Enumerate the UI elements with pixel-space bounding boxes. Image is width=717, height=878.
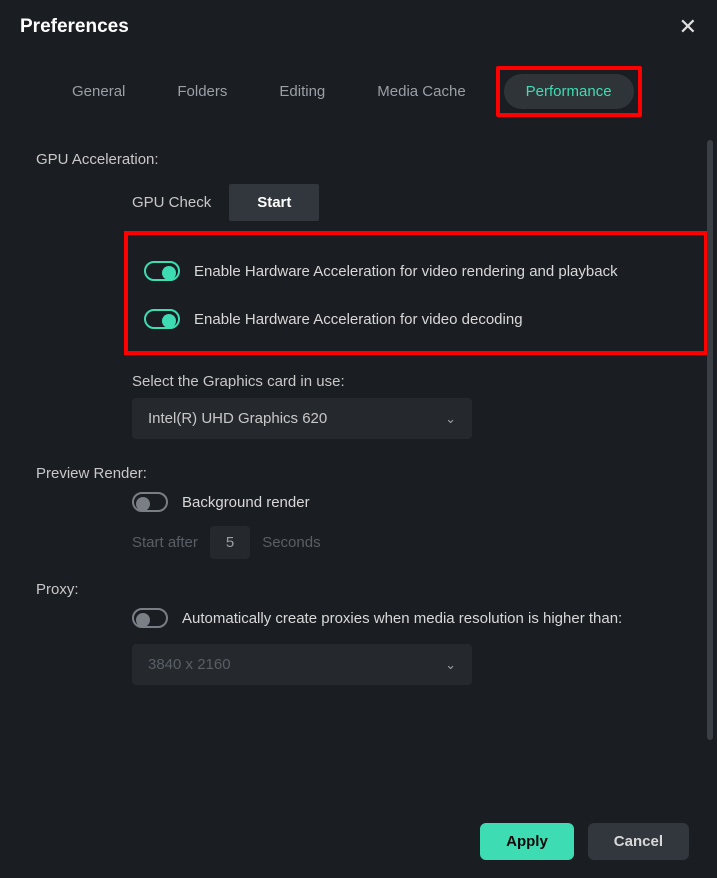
tab-editing[interactable]: Editing: [257, 74, 347, 109]
scrollbar[interactable]: [707, 140, 713, 740]
tab-folders[interactable]: Folders: [155, 74, 249, 109]
toggle-hw-render[interactable]: [144, 261, 180, 281]
toggle-auto-proxy[interactable]: [132, 608, 168, 628]
start-after-value[interactable]: 5: [210, 526, 250, 559]
tabs-bar: General Folders Editing Media Cache Perf…: [0, 48, 717, 125]
close-button[interactable]: ✕: [679, 16, 697, 38]
gpu-section-label: GPU Acceleration:: [36, 151, 681, 168]
highlight-performance-tab: Performance: [496, 66, 642, 117]
tab-general[interactable]: General: [50, 74, 147, 109]
toggle-auto-proxy-label: Automatically create proxies when media …: [182, 610, 622, 627]
toggle-hw-decode[interactable]: [144, 309, 180, 329]
preview-section-label: Preview Render:: [36, 465, 681, 482]
toggle-background-render-label: Background render: [182, 494, 310, 511]
gpu-check-label: GPU Check: [132, 194, 211, 211]
close-icon: ✕: [679, 14, 697, 39]
seconds-label: Seconds: [262, 534, 320, 551]
tab-performance[interactable]: Performance: [504, 74, 634, 109]
graphics-card-select[interactable]: Intel(R) UHD Graphics 620 ⌄: [132, 398, 472, 439]
page-title: Preferences: [20, 16, 129, 38]
toggle-hw-decode-label: Enable Hardware Acceleration for video d…: [194, 311, 523, 328]
toggle-background-render[interactable]: [132, 492, 168, 512]
chevron-down-icon: ⌄: [445, 657, 456, 673]
proxy-resolution-select[interactable]: 3840 x 2160 ⌄: [132, 644, 472, 685]
start-after-label: Start after: [132, 534, 198, 551]
proxy-section-label: Proxy:: [36, 581, 681, 598]
proxy-resolution-value: 3840 x 2160: [148, 656, 231, 673]
cancel-button[interactable]: Cancel: [588, 823, 689, 860]
tab-media-cache[interactable]: Media Cache: [355, 74, 487, 109]
graphics-card-value: Intel(R) UHD Graphics 620: [148, 410, 327, 427]
gpu-check-start-button[interactable]: Start: [229, 184, 319, 221]
highlight-hw-accel-box: Enable Hardware Acceleration for video r…: [124, 231, 708, 355]
apply-button[interactable]: Apply: [480, 823, 574, 860]
toggle-hw-render-label: Enable Hardware Acceleration for video r…: [194, 263, 618, 280]
select-card-label: Select the Graphics card in use:: [132, 373, 681, 390]
chevron-down-icon: ⌄: [445, 411, 456, 427]
